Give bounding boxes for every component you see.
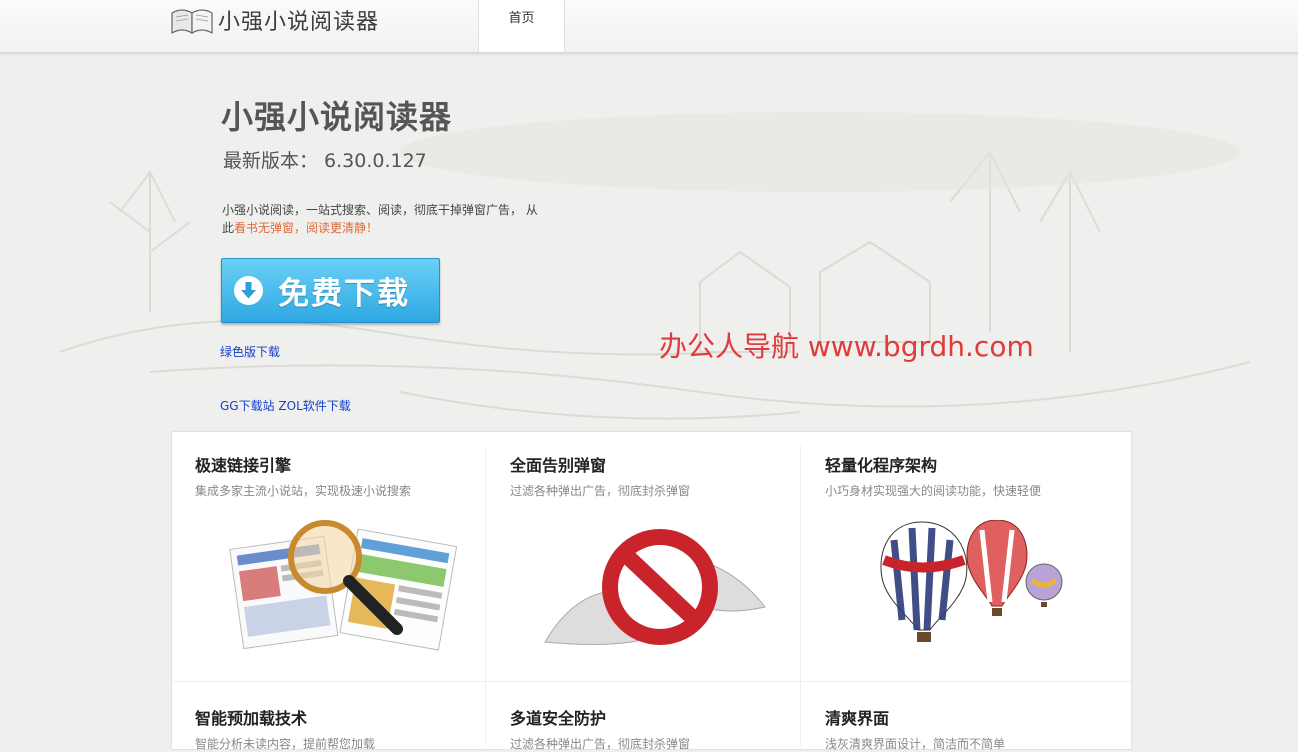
- version-value: 6.30.0.127: [324, 150, 427, 172]
- feature-title: 全面告别弹窗: [510, 456, 607, 475]
- feature-card: 多道安全防护 过滤各种弹出广告，彻底封杀弹窗: [510, 705, 825, 752]
- feature-title: 清爽界面: [825, 709, 890, 728]
- feature-desc: 智能分析未读内容，提前帮您加载: [195, 737, 376, 751]
- watermark-text: 办公人导航 www.bgrdh.com: [659, 330, 1034, 363]
- logo-text: 小强小说阅读器: [218, 10, 380, 35]
- page-title: 小强小说阅读器: [221, 98, 453, 136]
- hot-air-balloons-image: [880, 520, 1063, 642]
- feature-title: 极速链接引擎: [195, 456, 292, 475]
- feature-title: 智能预加载技术: [195, 709, 308, 728]
- top-navbar: 小强小说阅读器 首页: [0, 0, 1298, 53]
- nav-home[interactable]: 首页: [478, 0, 565, 52]
- feature-card: 极速链接引擎 集成多家主流小说站，实现极速小说搜索: [195, 452, 510, 499]
- features-panel: 极速链接引擎 集成多家主流小说站，实现极速小说搜索 全面告别弹窗 过滤各种弹出广…: [171, 431, 1132, 752]
- download-button-label: 免费下载: [278, 276, 410, 312]
- download-arrow-icon: [234, 276, 263, 305]
- version-line: 最新版本： 6.30.0.127: [223, 146, 433, 173]
- description: 小强小说阅读，一站式搜索、阅读，彻底干掉弹窗广告， 从此看书无弹窗，阅读更清静！: [222, 201, 547, 237]
- row-divider: [172, 681, 1131, 682]
- feature-desc: 小巧身材实现强大的阅读功能，快速轻便: [825, 484, 1042, 498]
- feature-desc: 过滤各种弹出广告，彻底封杀弹窗: [510, 484, 691, 498]
- book-icon: [171, 9, 213, 35]
- feature-card: 智能预加载技术 智能分析未读内容，提前帮您加载: [195, 705, 510, 752]
- feature-title: 轻量化程序架构: [825, 456, 938, 475]
- feature-card: 清爽界面 浅灰清爽界面设计，简洁而不简单: [825, 705, 1140, 752]
- site-logo[interactable]: 小强小说阅读器: [170, 4, 379, 36]
- feature-desc: 集成多家主流小说站，实现极速小说搜索: [195, 484, 412, 498]
- description-highlight: 看书无弹窗，阅读更清静！: [234, 221, 379, 235]
- feature-desc: 浅灰清爽界面设计，简洁而不简单: [825, 737, 1006, 751]
- free-download-button[interactable]: 免费下载: [221, 258, 440, 323]
- mirror-download-links[interactable]: GG下载站 ZOL软件下载: [220, 397, 351, 414]
- no-popup-sign-image: [544, 529, 766, 645]
- magnifier-newspapers-image: [229, 520, 457, 651]
- feature-card: 全面告别弹窗 过滤各种弹出广告，彻底封杀弹窗: [510, 452, 825, 499]
- feature-card: 轻量化程序架构 小巧身材实现强大的阅读功能，快速轻便: [825, 452, 1140, 499]
- feature-title: 多道安全防护: [510, 709, 607, 728]
- version-label: 最新版本：: [223, 150, 319, 172]
- feature-desc: 过滤各种弹出广告，彻底封杀弹窗: [510, 737, 691, 751]
- green-version-download-link[interactable]: 绿色版下载: [220, 343, 280, 360]
